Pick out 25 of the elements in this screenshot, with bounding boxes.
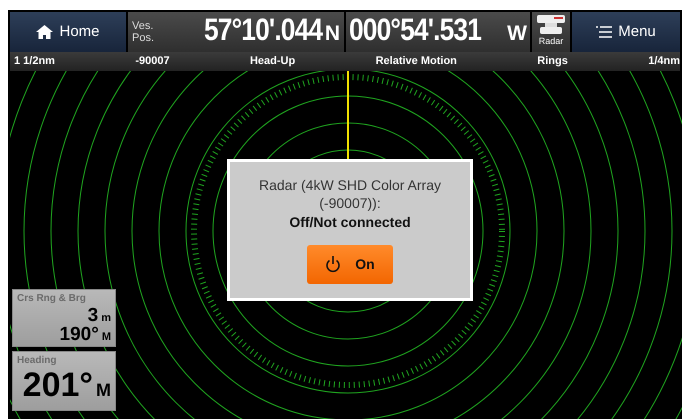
status-bar-item: 1/4nm	[648, 54, 680, 70]
reading-unit: M	[96, 380, 111, 400]
reading-value: 190°	[60, 324, 99, 345]
dialog-message: Radar (4kW SHD Color Array (-90007)):	[258, 176, 442, 212]
reading-unit: m	[101, 312, 111, 324]
reading-unit: M	[102, 331, 111, 343]
home-button[interactable]: Home	[10, 12, 126, 52]
menu-button[interactable]: Menu	[572, 12, 680, 52]
status-bar-item: 1 1/2nm	[14, 54, 55, 70]
reading-value: 201°	[22, 366, 93, 404]
latitude-value: 57°10'.044	[204, 14, 322, 46]
status-bar-item: Rings	[537, 54, 568, 70]
position-label: Ves. Pos.	[132, 20, 154, 44]
latitude-hemisphere: N	[324, 21, 340, 48]
status-bar-item: Relative Motion	[376, 54, 457, 70]
longitude-hemisphere: W	[507, 21, 527, 48]
data-box-title: Crs Rng & Brg	[17, 292, 87, 306]
longitude-value: 000°54'.531	[349, 14, 482, 46]
status-bar-item: Head-Up	[250, 54, 296, 70]
reading-value: 3	[88, 305, 98, 326]
data-box-title: Heading	[17, 354, 58, 368]
dialog-status: Off/Not connected	[288, 213, 412, 232]
status-bar-item: -90007	[135, 54, 170, 70]
radar-button[interactable]: Radar	[532, 12, 570, 52]
power-on-button[interactable]: On	[307, 245, 393, 284]
